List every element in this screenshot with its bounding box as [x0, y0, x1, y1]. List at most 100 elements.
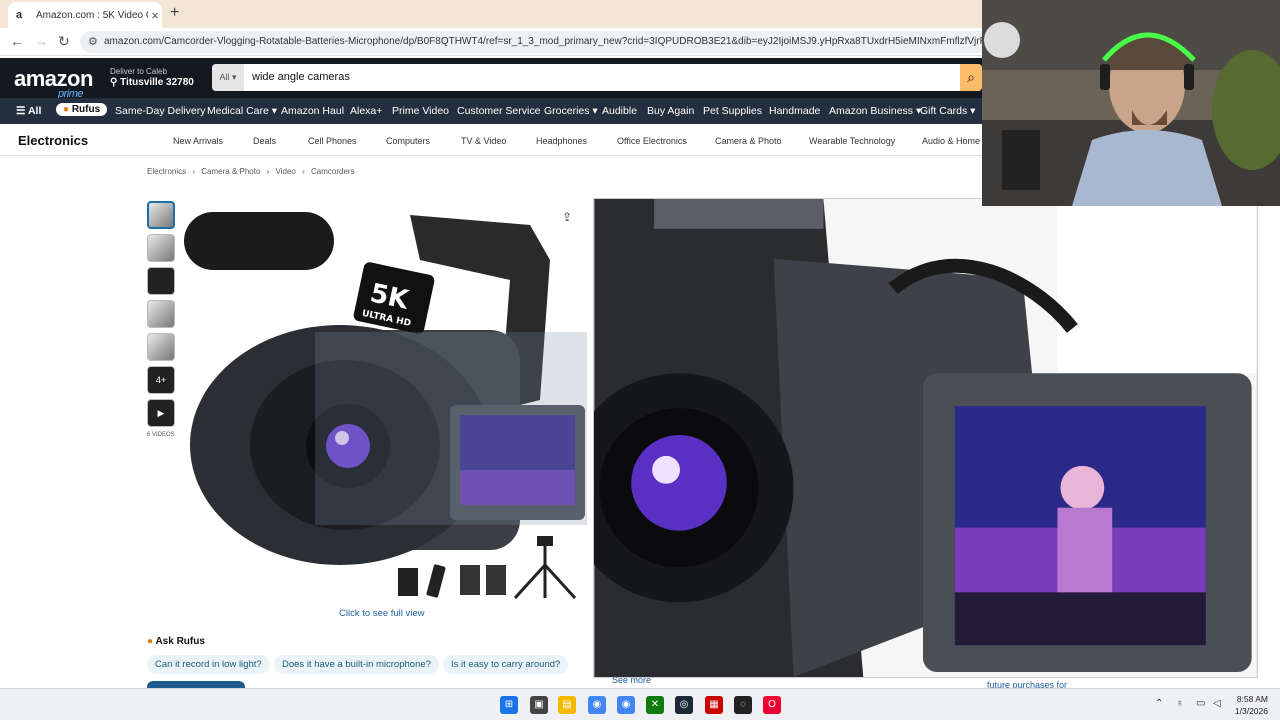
image-thumbnails: 4+ ▶ [147, 201, 175, 432]
amazon-favicon-icon: a [16, 9, 23, 21]
rufus-question-chip[interactable]: Can it record in low light? [147, 655, 270, 674]
thumbnail-image[interactable] [147, 333, 175, 361]
subnav-title[interactable]: Electronics [18, 133, 88, 148]
microphone-tray-icon[interactable]: ♁ [1176, 698, 1184, 709]
clock-date: 1/3/2026 [1234, 706, 1268, 716]
site-info-icon[interactable]: ⚙ [88, 31, 98, 53]
breadcrumb-link[interactable]: Camera & Photo [201, 167, 260, 176]
thumbnail-image[interactable] [147, 234, 175, 262]
volume-icon[interactable]: ◁ [1213, 698, 1221, 709]
subnav-item[interactable]: Wearable Technology [809, 136, 895, 146]
main-product-image[interactable]: 5K ULTRA HD [180, 200, 590, 600]
back-arrow-icon[interactable]: ← [10, 33, 24, 49]
search-icon[interactable]: ⌕ [960, 64, 982, 91]
xbox-icon[interactable]: ✕ [646, 696, 664, 714]
network-icon[interactable]: ▭ [1196, 698, 1205, 709]
rufus-question-chip[interactable]: Does it have a built-in microphone? [274, 655, 439, 674]
reload-icon[interactable]: ↻ [58, 33, 70, 50]
nav-label: Amazon Business [829, 105, 914, 117]
deliver-to-label: Deliver to Caleb [110, 67, 167, 76]
chrome-alt-icon[interactable]: ◉ [617, 696, 635, 714]
nav-item-pet-supplies[interactable]: Pet Supplies [703, 105, 762, 117]
deliver-location: Titusville 32780 [120, 77, 194, 88]
opera-icon[interactable]: O [763, 696, 781, 714]
url-field[interactable]: ⚙ amazon.com/Camcorder-Vlogging-Rotatabl… [80, 31, 990, 53]
webcam-overlay [982, 0, 1280, 206]
nav-item-medical-care[interactable]: Medical Care ▾ [207, 105, 277, 117]
nav-item-amazon-haul[interactable]: Amazon Haul [281, 105, 344, 117]
nav-label: Medical Care [207, 105, 269, 117]
thumbnail-image[interactable] [147, 267, 175, 295]
amazon-logo[interactable]: amazon prime [14, 66, 93, 100]
ask-rufus-heading: ● Ask Rufus [147, 636, 205, 647]
search-category-label: All [219, 72, 230, 82]
rufus-question-chip[interactable]: Is it easy to carry around? [443, 655, 569, 674]
tab-close-icon[interactable]: × [148, 8, 162, 23]
breadcrumb-link[interactable]: Electronics [147, 167, 186, 176]
nav-item-prime-video[interactable]: Prime Video [392, 105, 449, 117]
subnav-item[interactable]: Camera & Photo [715, 136, 782, 146]
nav-item-audible[interactable]: Audible [602, 105, 637, 117]
deliver-to[interactable]: Deliver to Caleb ⚲ Titusville 32780 [110, 67, 194, 88]
subnav-item[interactable]: New Arrivals [173, 136, 223, 146]
subnav-item[interactable]: TV & Video [461, 136, 506, 146]
nav-label: Groceries [544, 105, 590, 117]
search-category-select[interactable]: All ▾ [212, 64, 244, 91]
subnav-item[interactable]: Headphones [536, 136, 587, 146]
thumbnail-video-count[interactable]: 4+ [147, 366, 175, 394]
breadcrumb-separator: › [266, 167, 270, 176]
nav-item-amazon-business[interactable]: Amazon Business ▾ [829, 105, 921, 117]
search-bar: All ▾ wide angle cameras ⌕ [212, 64, 982, 91]
thumbnail-image[interactable] [147, 201, 175, 229]
tab-title: Amazon.com : 5K Video Camera [36, 9, 148, 21]
nav-item-alexa[interactable]: Alexa+ [350, 105, 382, 117]
chrome-icon[interactable]: ◉ [588, 696, 606, 714]
browser-tab[interactable]: a Amazon.com : 5K Video Camera × [8, 2, 162, 28]
location-pin-icon: ⚲ [110, 77, 121, 88]
nav-item-handmade[interactable]: Handmade [769, 105, 820, 117]
play-video-icon[interactable]: ▶ [147, 399, 175, 427]
rufus-button[interactable]: ● Rufus [56, 103, 108, 116]
share-icon[interactable]: ⇪ [562, 210, 572, 224]
nav-label: Gift Cards [920, 105, 968, 117]
videos-label: 6 VIDEOS [147, 432, 175, 438]
all-menu-button[interactable]: ☰ All [16, 105, 41, 117]
nav-item-buy-again[interactable]: Buy Again [647, 105, 694, 117]
tray-chevron-icon[interactable]: ⌃ [1155, 698, 1163, 709]
ask-rufus-title: Ask Rufus [155, 636, 205, 647]
subnav-item[interactable]: Deals [253, 136, 276, 146]
zoomed-image-panel [593, 198, 1258, 678]
nav-item-customer-service[interactable]: Customer Service [457, 105, 540, 117]
start-icon[interactable]: ⊞ [500, 696, 518, 714]
rufus-label: Rufus [71, 104, 101, 115]
subnav-item[interactable]: Audio & Home T [922, 136, 988, 146]
steam-icon[interactable]: ◎ [675, 696, 693, 714]
url-text: amazon.com/Camcorder-Vlogging-Rotatable-… [104, 36, 990, 47]
rufus-icon: ● [63, 104, 72, 115]
full-view-link[interactable]: Click to see full view [339, 608, 425, 619]
nav-item-groceries[interactable]: Groceries ▾ [544, 105, 598, 117]
new-tab-button[interactable]: + [170, 4, 179, 22]
breadcrumb-link[interactable]: Video [276, 167, 296, 176]
app-icon[interactable]: ▦ [705, 696, 723, 714]
system-clock[interactable]: 8:58 AM 1/3/2026 [1235, 693, 1268, 717]
subnav-item[interactable]: Computers [386, 136, 430, 146]
all-menu-label: All [27, 105, 42, 117]
obs-icon[interactable]: ◌ [734, 696, 752, 714]
breadcrumb-link[interactable]: Camcorders [311, 167, 355, 176]
see-more-link[interactable]: See more [612, 675, 651, 685]
microphone-shape [184, 212, 334, 270]
forward-arrow-icon[interactable]: → [34, 33, 48, 49]
subnav-item[interactable]: Office Electronics [617, 136, 687, 146]
search-input[interactable]: wide angle cameras [252, 64, 350, 91]
task-view-icon[interactable]: ▣ [530, 696, 548, 714]
file-explorer-icon[interactable]: ▤ [558, 696, 576, 714]
nav-item-same-day[interactable]: Same-Day Delivery [115, 105, 205, 117]
thumbnail-image[interactable] [147, 300, 175, 328]
nav-item-gift-cards[interactable]: Gift Cards ▾ [920, 105, 975, 117]
breadcrumb: Electronics › Camera & Photo › Video › C… [147, 167, 359, 176]
breadcrumb-separator: › [192, 167, 196, 176]
clock-time: 8:58 AM [1236, 694, 1268, 704]
subnav-item[interactable]: Cell Phones [308, 136, 357, 146]
windows-taskbar: ⊞ ▣ ▤ ◉ ◉ ✕ ◎ ▦ ◌ O ⌃ ♁ ▭ ◁ 8:58 AM 1/3/… [0, 688, 1280, 720]
